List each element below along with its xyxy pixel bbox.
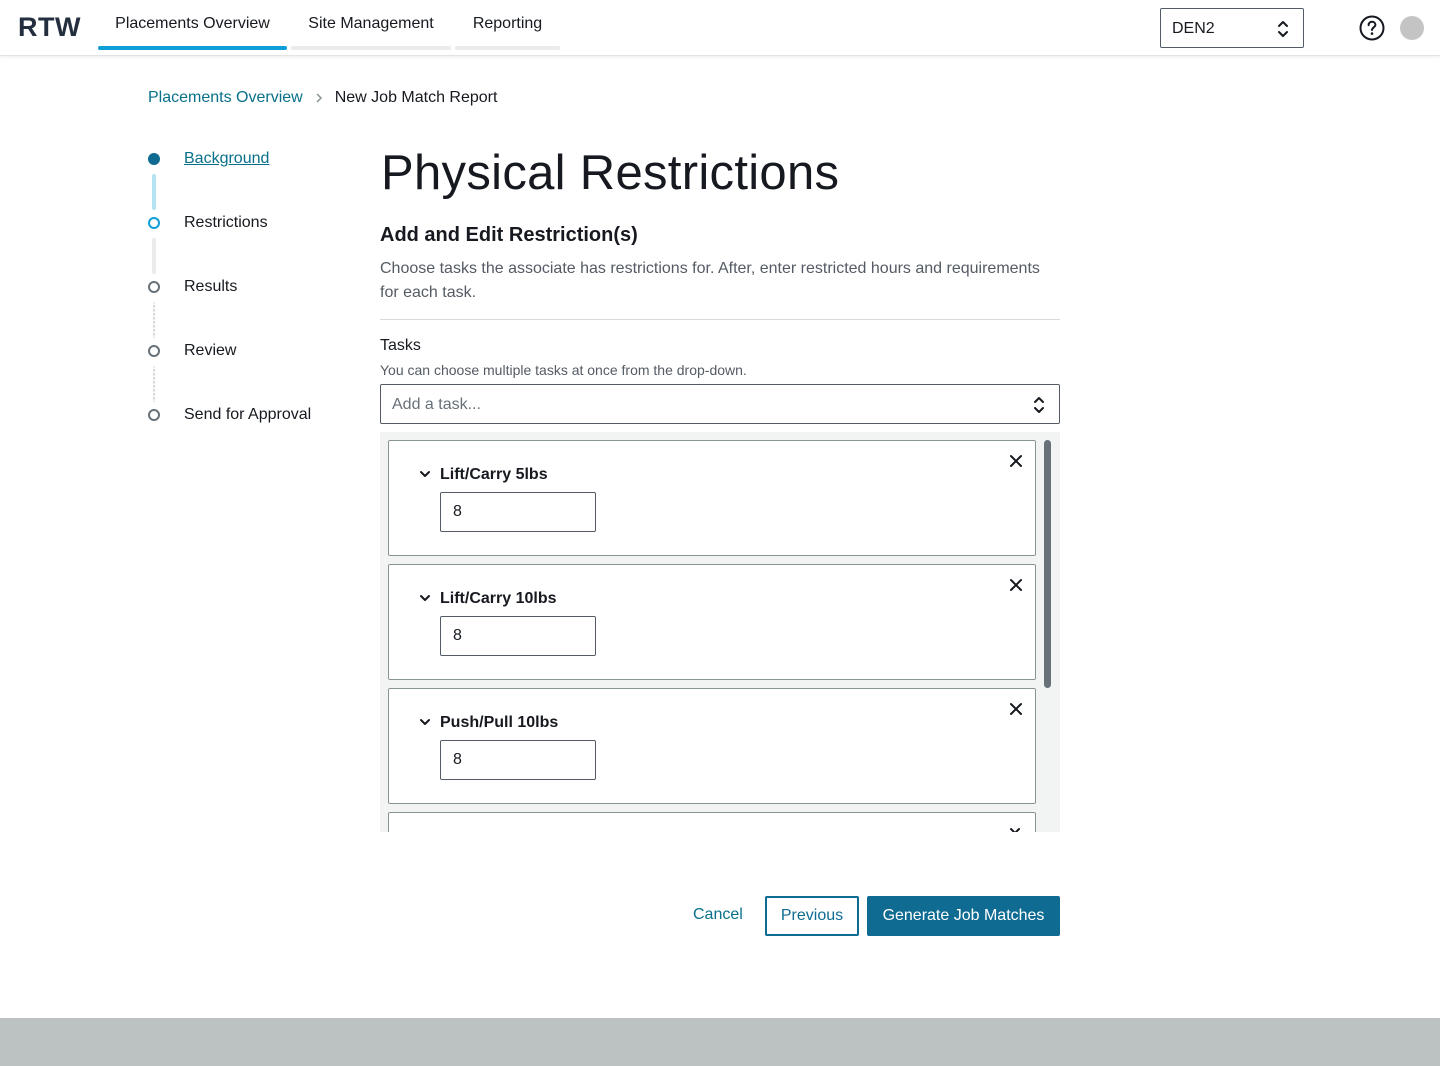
task-card: Lift/Carry 5lbs [388, 440, 1036, 556]
generate-job-matches-button[interactable]: Generate Job Matches [867, 896, 1060, 936]
task-name: Push/Pull 10lbs [440, 714, 559, 731]
chevron-down-icon[interactable] [419, 594, 431, 602]
step-label: Restrictions [184, 214, 268, 231]
section-description: Choose tasks the associate has restricti… [380, 260, 1040, 301]
chevron-down-icon[interactable] [419, 718, 431, 726]
step-send-for-approval: Send for Approval [148, 406, 311, 424]
task-name: Lift/Carry 5lbs [440, 466, 548, 483]
step-results: Results [148, 278, 237, 296]
tab-label: Reporting [472, 15, 543, 32]
previous-button[interactable]: Previous [765, 896, 859, 936]
divider [380, 319, 1060, 320]
tab-label: Placements Overview [115, 15, 270, 32]
tab-placements-overview[interactable]: Placements Overview [98, 0, 287, 50]
cancel-button[interactable]: Cancel [693, 906, 743, 924]
page-title: Physical Restrictions [381, 146, 840, 200]
tab-active-indicator [98, 46, 287, 50]
chevron-down-icon[interactable] [419, 470, 431, 478]
step-connector [153, 366, 155, 402]
task-name: Lift/Carry 10lbs [440, 590, 557, 607]
step-upcoming-indicator [148, 409, 160, 421]
step-current-indicator [148, 217, 160, 229]
step-review: Review [148, 342, 236, 360]
step-label: Review [184, 342, 237, 359]
step-connector [152, 238, 156, 274]
close-icon[interactable] [1009, 454, 1023, 468]
chevron-right-icon [316, 93, 322, 103]
scrollbar-thumb[interactable] [1044, 440, 1051, 688]
add-task-placeholder: Add a task... [392, 396, 481, 413]
tasks-label: Tasks [380, 337, 421, 354]
select-arrows-icon [1278, 21, 1288, 37]
step-label: Results [184, 278, 238, 295]
task-card-partial [388, 812, 1036, 832]
step-upcoming-indicator [148, 281, 160, 293]
step-upcoming-indicator [148, 345, 160, 357]
breadcrumb-current: New Job Match Report [334, 89, 498, 106]
task-hours-input[interactable] [440, 740, 596, 780]
site-select[interactable]: DEN2 [1160, 8, 1304, 48]
footer-bar [0, 1018, 1440, 1066]
section-title: Add and Edit Restriction(s) [380, 224, 638, 246]
tasks-description: You can choose multiple tasks at once fr… [380, 362, 747, 378]
help-icon[interactable] [1359, 15, 1385, 41]
breadcrumb: Placements Overview New Job Match Report [148, 89, 497, 107]
task-card: Lift/Carry 10lbs [388, 564, 1036, 680]
step-label[interactable]: Background [184, 150, 269, 168]
tab-indicator [455, 46, 560, 50]
top-nav-bar: RTW Placements Overview Site Management … [0, 0, 1440, 56]
task-hours-input[interactable] [440, 492, 596, 532]
tab-reporting[interactable]: Reporting [455, 0, 560, 50]
chevron-down-icon[interactable] [1009, 827, 1021, 832]
tab-indicator [291, 46, 451, 50]
step-connector [152, 174, 156, 210]
close-icon[interactable] [1009, 702, 1023, 716]
select-arrows-icon [1034, 397, 1044, 413]
tab-label: Site Management [308, 15, 434, 32]
user-avatar[interactable] [1400, 16, 1424, 40]
close-icon[interactable] [1009, 578, 1023, 592]
tab-site-management[interactable]: Site Management [291, 0, 451, 50]
add-task-select[interactable]: Add a task... [380, 384, 1060, 424]
task-list-panel: Lift/Carry 5lbs Lift/Carry 10lbs Push/Pu… [380, 432, 1060, 832]
task-card: Push/Pull 10lbs [388, 688, 1036, 804]
step-connector [153, 302, 155, 338]
site-select-value: DEN2 [1172, 20, 1215, 37]
step-background[interactable]: Background [148, 150, 269, 168]
breadcrumb-link-placements-overview[interactable]: Placements Overview [148, 89, 303, 107]
step-restrictions: Restrictions [148, 214, 268, 232]
step-label: Send for Approval [184, 406, 312, 423]
task-hours-input[interactable] [440, 616, 596, 656]
step-completed-indicator [148, 153, 160, 165]
app-logo[interactable]: RTW [18, 12, 81, 43]
